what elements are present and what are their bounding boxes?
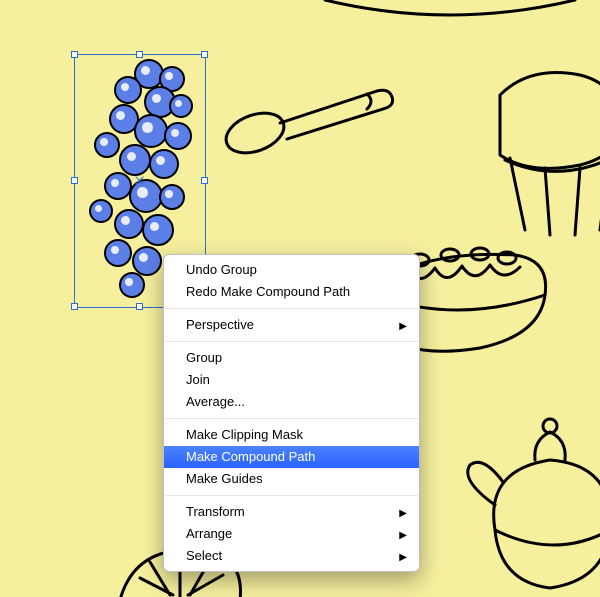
menu-item-arrange[interactable]: Arrange ▶	[164, 523, 419, 545]
selection-handle-tr[interactable]	[201, 51, 208, 58]
menu-item-perspective[interactable]: Perspective ▶	[164, 314, 419, 336]
selection-handle-bm[interactable]	[136, 303, 143, 310]
menu-item-make-compound-path[interactable]: Make Compound Path	[164, 446, 419, 468]
menu-separator	[165, 308, 418, 309]
selection-handle-bl[interactable]	[71, 303, 78, 310]
submenu-arrow-icon: ▶	[399, 505, 407, 523]
canvas[interactable]: Undo Group Redo Make Compound Path Persp…	[0, 0, 600, 597]
menu-item-label: Make Compound Path	[186, 449, 315, 464]
menu-item-label: Make Guides	[186, 471, 263, 486]
cupcake-doodle	[490, 60, 600, 240]
menu-item-average[interactable]: Average...	[164, 391, 419, 413]
selection-center-icon	[135, 176, 144, 185]
menu-item-label: Select	[186, 548, 222, 563]
menu-item-label: Undo Group	[186, 262, 257, 277]
submenu-arrow-icon: ▶	[399, 318, 407, 336]
menu-item-label: Join	[186, 372, 210, 387]
selection-handle-mr[interactable]	[201, 177, 208, 184]
menu-item-label: Perspective	[186, 317, 254, 332]
menu-separator	[165, 418, 418, 419]
menu-item-label: Redo Make Compound Path	[186, 284, 350, 299]
selection-handle-ml[interactable]	[71, 177, 78, 184]
menu-item-make-guides[interactable]: Make Guides	[164, 468, 419, 490]
submenu-arrow-icon: ▶	[399, 549, 407, 567]
teapot-doodle	[455, 410, 600, 597]
menu-item-label: Arrange	[186, 526, 232, 541]
selection-handle-tm[interactable]	[136, 51, 143, 58]
menu-item-label: Transform	[186, 504, 245, 519]
plate-doodle	[320, 0, 580, 30]
menu-item-select[interactable]: Select ▶	[164, 545, 419, 567]
submenu-arrow-icon: ▶	[399, 527, 407, 545]
menu-item-label: Make Clipping Mask	[186, 427, 303, 442]
selection-handle-tl[interactable]	[71, 51, 78, 58]
context-menu: Undo Group Redo Make Compound Path Persp…	[163, 254, 420, 572]
menu-item-label: Group	[186, 350, 222, 365]
menu-separator	[165, 495, 418, 496]
menu-item-redo-make-compound-path[interactable]: Redo Make Compound Path	[164, 281, 419, 303]
menu-item-undo-group[interactable]: Undo Group	[164, 259, 419, 281]
menu-item-transform[interactable]: Transform ▶	[164, 501, 419, 523]
menu-item-join[interactable]: Join	[164, 369, 419, 391]
spoon-doodle	[217, 71, 407, 171]
menu-separator	[165, 341, 418, 342]
menu-item-make-clipping-mask[interactable]: Make Clipping Mask	[164, 424, 419, 446]
menu-item-label: Average...	[186, 394, 245, 409]
menu-item-group[interactable]: Group	[164, 347, 419, 369]
